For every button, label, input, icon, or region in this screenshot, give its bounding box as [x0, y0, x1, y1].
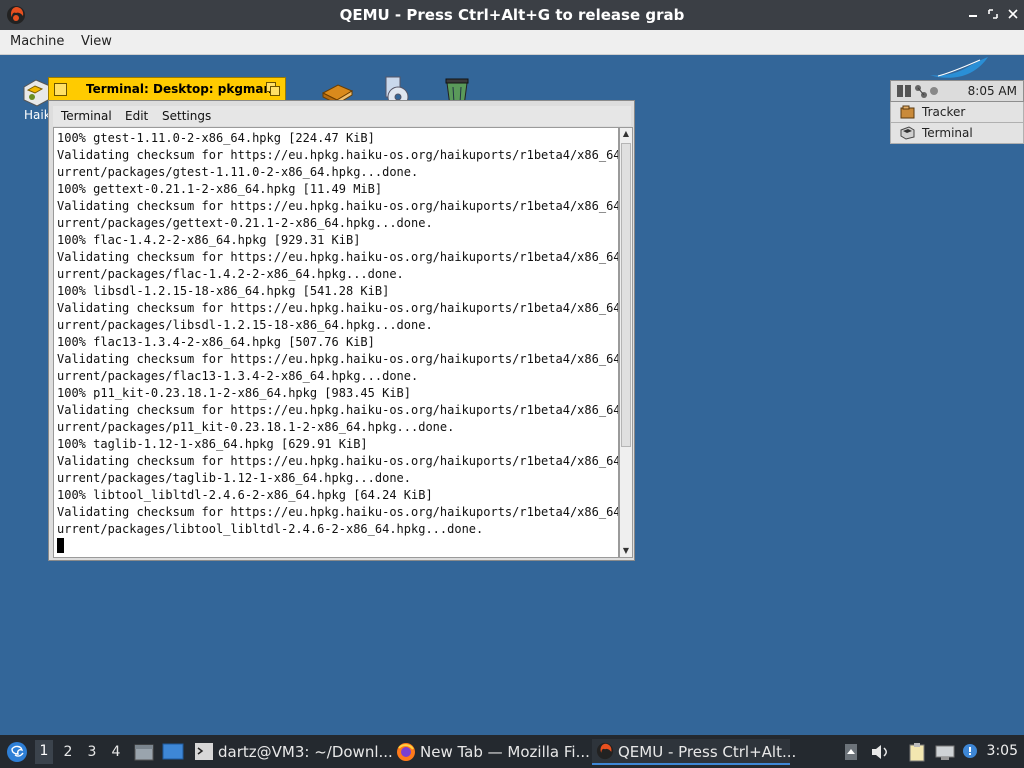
- terminal-line: Validating checksum for https://eu.hpkg.…: [57, 505, 619, 519]
- qemu-menubar: Machine View: [0, 30, 1024, 55]
- terminal-line: urrent/packages/taglib-1.12-1-x86_64.hpk…: [57, 471, 412, 485]
- terminal-line: urrent/packages/flac-1.4.2-2-x86_64.hpkg…: [57, 267, 404, 281]
- deskbar-clock[interactable]: 8:05 AM: [968, 84, 1017, 98]
- workspace-2[interactable]: 2: [59, 744, 77, 760]
- tray-up-arrow-icon[interactable]: [844, 743, 858, 761]
- workspace-4[interactable]: 4: [107, 744, 125, 760]
- terminal-icon: [195, 743, 213, 760]
- terminal-line: urrent/packages/libsdl-1.2.15-18-x86_64.…: [57, 318, 433, 332]
- cpu-meter-icon: [897, 85, 903, 97]
- taskbar-task-title: dartz@VM3: ~/Downl...: [218, 743, 393, 761]
- terminal-line: Validating checksum for https://eu.hpkg.…: [57, 250, 619, 264]
- taskbar-task-title: New Tab — Mozilla Fi...: [420, 743, 590, 761]
- close-icon: [1008, 9, 1018, 19]
- terminal-line: Validating checksum for https://eu.hpkg.…: [57, 352, 619, 366]
- terminal-zoom-button[interactable]: [266, 82, 281, 97]
- terminal-line: Validating checksum for https://eu.hpkg.…: [57, 403, 619, 417]
- show-desktop-icon[interactable]: [162, 743, 184, 761]
- scroll-down-arrow-icon[interactable]: ▼: [620, 545, 632, 557]
- cpu-meter-icon: [905, 85, 911, 97]
- terminal-window-title: Terminal: Desktop: pkgman: [86, 82, 273, 96]
- terminal-prompt-line: [57, 538, 618, 555]
- menu-terminal[interactable]: Terminal: [61, 109, 112, 123]
- workspace-1[interactable]: 1: [35, 740, 53, 764]
- terminal-icon: [900, 126, 915, 140]
- terminal-line: urrent/packages/flac13-1.3.4-2-x86_64.hp…: [57, 369, 419, 383]
- terminal-line: 100% libtool_libltdl-2.4.6-2-x86_64.hpkg…: [57, 488, 433, 502]
- terminal-window-tab[interactable]: Terminal: Desktop: pkgman: [48, 77, 286, 101]
- terminal-close-button[interactable]: [54, 83, 67, 96]
- scrollbar-thumb[interactable]: [621, 143, 631, 447]
- terminal-line: 100% flac13-1.3.4-2-x86_64.hpkg [507.76 …: [57, 335, 375, 349]
- terminal-line: urrent/packages/p11_kit-0.23.18.1-2-x86_…: [57, 420, 455, 434]
- workspace-3[interactable]: 3: [83, 744, 101, 760]
- maximize-button[interactable]: [986, 7, 1000, 21]
- clipboard-icon[interactable]: [908, 742, 926, 762]
- haiku-disk-label: Haik: [24, 108, 51, 122]
- taskbar-task-firefox[interactable]: New Tab — Mozilla Fi...: [394, 739, 590, 765]
- qemu-titlebar: QEMU - Press Ctrl+Alt+G to release grab: [0, 0, 1024, 30]
- scroll-up-arrow-icon[interactable]: ▲: [620, 128, 632, 140]
- file-manager-icon[interactable]: [134, 742, 154, 762]
- guest-desktop: Haik 8:05 AM Tracker Terminal Terminal: …: [0, 55, 1024, 735]
- taskbar-task-title: QEMU - Press Ctrl+Alt...: [618, 743, 797, 761]
- taskbar-clock[interactable]: 3:05: [987, 743, 1018, 759]
- terminal-scrollbar[interactable]: ▲ ▼: [619, 127, 633, 558]
- network-status-icon[interactable]: [913, 84, 941, 99]
- terminal-line: 100% libsdl-1.2.15-18-x86_64.hpkg [541.2…: [57, 284, 390, 298]
- terminal-menubar: Terminal Edit Settings: [53, 106, 631, 126]
- terminal-line: 100% gtest-1.11.0-2-x86_64.hpkg [224.47 …: [57, 131, 375, 145]
- deskbar-item-label: Terminal: [922, 126, 973, 140]
- close-button[interactable]: [1006, 7, 1020, 21]
- menu-machine[interactable]: Machine: [10, 34, 64, 49]
- minimize-icon: [969, 15, 977, 17]
- menu-settings[interactable]: Settings: [162, 109, 211, 123]
- firefox-icon: [397, 743, 415, 761]
- terminal-line: 100% gettext-0.21.1-2-x86_64.hpkg [11.49…: [57, 182, 383, 196]
- menu-edit[interactable]: Edit: [125, 109, 148, 123]
- haiku-leaf-icon[interactable]: [928, 55, 990, 81]
- deskbar-tray: 8:05 AM: [890, 80, 1024, 102]
- terminal-line: 100% p11_kit-0.23.18.1-2-x86_64.hpkg [98…: [57, 386, 412, 400]
- window-title: QEMU - Press Ctrl+Alt+G to release grab: [339, 6, 685, 24]
- network-icon[interactable]: [934, 743, 956, 761]
- terminal-line: Validating checksum for https://eu.hpkg.…: [57, 301, 619, 315]
- deskbar-item-label: Tracker: [922, 105, 966, 119]
- terminal-line: urrent/packages/gtest-1.11.0-2-x86_64.hp…: [57, 165, 419, 179]
- zoom-icon: [270, 86, 280, 96]
- deskbar: 8:05 AM Tracker Terminal: [890, 55, 1024, 147]
- deskbar-item-tracker[interactable]: Tracker: [890, 102, 1024, 123]
- terminal-line: Validating checksum for https://eu.hpkg.…: [57, 199, 619, 213]
- text-cursor: [57, 538, 64, 553]
- tracker-icon: [900, 105, 915, 119]
- terminal-line: 100% taglib-1.12-1-x86_64.hpkg [629.91 K…: [57, 437, 368, 451]
- notification-icon[interactable]: [961, 742, 981, 762]
- deskbar-item-terminal[interactable]: Terminal: [890, 123, 1024, 144]
- start-menu-icon[interactable]: [6, 741, 28, 763]
- terminal-line: urrent/packages/libtool_libltdl-2.4.6-2-…: [57, 522, 484, 536]
- volume-icon[interactable]: [870, 743, 890, 761]
- qemu-icon: [596, 742, 614, 760]
- terminal-line: Validating checksum for https://eu.hpkg.…: [57, 148, 619, 162]
- taskbar-task-qemu[interactable]: QEMU - Press Ctrl+Alt...: [592, 739, 796, 765]
- terminal-window: Terminal Edit Settings 100% gtest-1.11.0…: [48, 100, 635, 561]
- terminal-output[interactable]: 100% gtest-1.11.0-2-x86_64.hpkg [224.47 …: [53, 127, 619, 558]
- terminal-line: 100% flac-1.4.2-2-x86_64.hpkg [929.31 Ki…: [57, 233, 361, 247]
- taskbar-task-terminal[interactable]: dartz@VM3: ~/Downl...: [192, 739, 393, 765]
- terminal-line: urrent/packages/gettext-0.21.1-2-x86_64.…: [57, 216, 433, 230]
- minimize-button[interactable]: [966, 7, 980, 21]
- terminal-line: Validating checksum for https://eu.hpkg.…: [57, 454, 619, 468]
- host-taskbar: 1 2 3 4 dartz@VM3: ~/Downl... New Tab — …: [0, 735, 1024, 768]
- maximize-icon: [988, 9, 998, 19]
- menu-view[interactable]: View: [81, 34, 112, 49]
